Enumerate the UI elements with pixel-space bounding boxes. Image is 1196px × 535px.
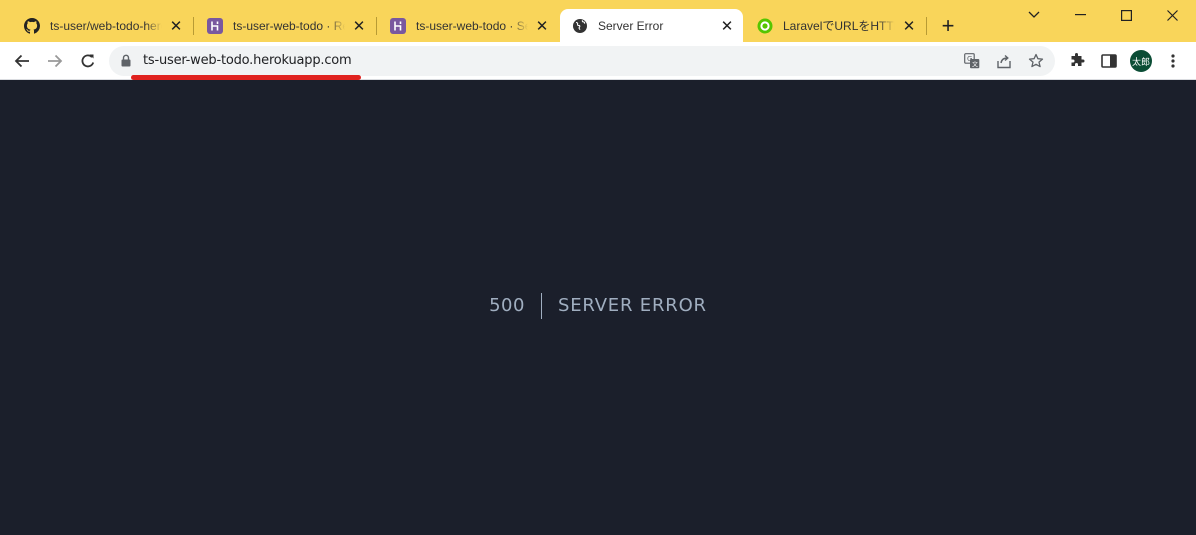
close-icon[interactable]: ✕ (168, 18, 184, 35)
arrow-right-icon (48, 54, 63, 68)
error-code: 500 (489, 293, 542, 319)
new-tab-button[interactable]: + (936, 15, 960, 39)
reload-button[interactable] (76, 49, 100, 73)
forward-button[interactable] (43, 49, 67, 73)
tab-divider (376, 17, 377, 35)
close-icon[interactable]: ✕ (719, 18, 735, 35)
extensions-icon[interactable] (1067, 51, 1087, 71)
lock-icon[interactable] (121, 54, 131, 72)
github-icon (24, 17, 40, 34)
tab-title: Server Error (598, 18, 664, 33)
bookmark-star-icon[interactable] (1028, 53, 1044, 69)
tab-title: ts-user/web-todo-heroku (50, 18, 162, 33)
tab-divider (193, 17, 194, 35)
translate-icon[interactable]: G文 (964, 53, 980, 69)
reload-icon (81, 54, 95, 68)
minimize-button[interactable] (1057, 4, 1103, 26)
share-icon[interactable] (996, 53, 1012, 69)
error-message: SERVER ERROR (557, 295, 707, 316)
tab-github[interactable]: ts-user/web-todo-heroku ✕ (12, 9, 192, 42)
heroku-icon (207, 17, 223, 34)
tab-title: ts-user-web-todo · Resources (233, 18, 345, 33)
close-icon[interactable]: ✕ (351, 18, 367, 35)
back-button[interactable] (10, 49, 34, 73)
svg-text:文: 文 (972, 61, 978, 69)
tab-title: ts-user-web-todo · Settings (416, 18, 528, 33)
tab-qiita[interactable]: LaravelでURLをHTTPSに ✕ (745, 9, 925, 42)
page-content: 500 SERVER ERROR (0, 80, 1196, 535)
error-container: 500 SERVER ERROR (0, 293, 1196, 319)
close-icon[interactable]: ✕ (901, 18, 917, 35)
tab-heroku-settings[interactable]: ts-user-web-todo · Settings ✕ (378, 9, 558, 42)
profile-avatar[interactable]: 太郎 (1130, 50, 1152, 72)
arrow-left-icon (14, 54, 29, 68)
heroku-icon (390, 17, 406, 34)
tab-title: LaravelでURLをHTTPSに (783, 19, 895, 33)
tab-divider (926, 17, 927, 35)
tab-server-error[interactable]: Server Error ✕ (560, 9, 743, 42)
tab-search-button[interactable] (1011, 4, 1057, 26)
maximize-icon (1120, 9, 1132, 21)
close-icon[interactable]: ✕ (534, 18, 550, 35)
url-text: ts-user-web-todo.herokuapp.com (143, 53, 352, 68)
menu-kebab-icon[interactable] (1163, 51, 1183, 71)
maximize-button[interactable] (1103, 4, 1149, 26)
close-window-button[interactable] (1149, 4, 1195, 26)
tab-heroku-resources[interactable]: ts-user-web-todo · Resources ✕ (195, 9, 375, 42)
globe-icon (572, 18, 588, 34)
chevron-down-icon (1028, 11, 1040, 18)
qiita-icon (757, 18, 773, 34)
minimize-icon (1074, 14, 1086, 16)
side-panel-icon[interactable] (1099, 51, 1119, 71)
close-icon (1166, 9, 1178, 21)
address-bar[interactable]: ts-user-web-todo.herokuapp.com G文 (109, 46, 1055, 76)
tab-strip: ts-user/web-todo-heroku ✕ ts-user-web-to… (0, 0, 1196, 42)
